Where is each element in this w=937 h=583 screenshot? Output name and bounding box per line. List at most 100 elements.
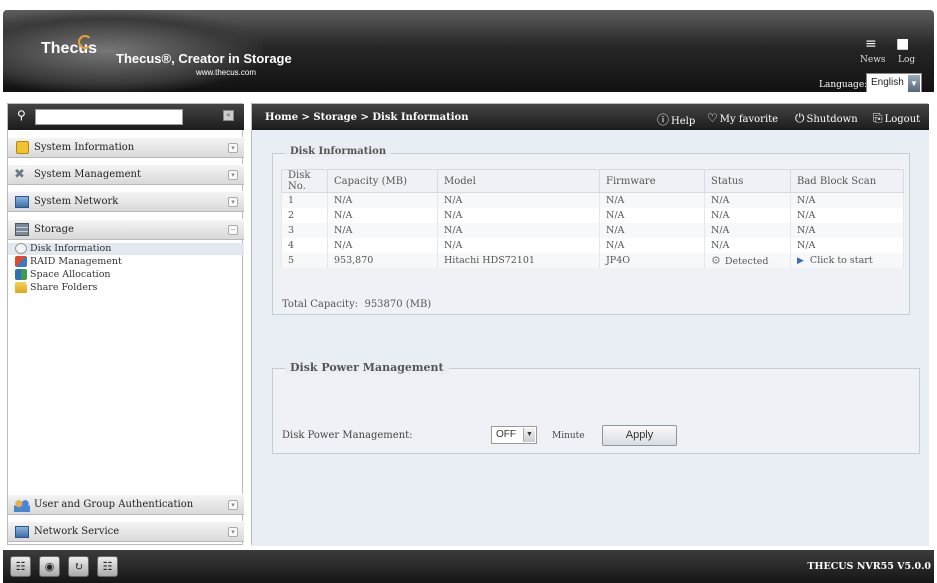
sidebar-item-system-network[interactable]: System Network ▾ <box>8 191 244 212</box>
bad-block-scan-cell[interactable]: ▶ Click to start <box>790 252 904 268</box>
apply-button[interactable]: Apply <box>602 425 677 446</box>
language-value: English <box>871 77 904 88</box>
slogan: Thecus®, Creator in Storage <box>116 51 292 66</box>
column-header: Status <box>704 169 791 193</box>
breadcrumb: Home > Storage > Disk Information <box>265 112 469 123</box>
chevron-down-icon: ▾ <box>228 197 238 207</box>
logout-icon: ⎘ <box>873 111 883 125</box>
disk-power-management-section: Disk Power Management <box>272 361 920 454</box>
sidebar-item-network-service[interactable]: Network Service ▾ <box>8 521 244 542</box>
column-header: Capacity (MB) <box>327 169 438 193</box>
chevron-up-icon: − <box>228 225 238 235</box>
help-link[interactable]: ⓘ Help <box>657 111 695 128</box>
speech-log-icon[interactable]: ■ <box>896 36 909 52</box>
heart-icon: ♡ <box>707 111 718 125</box>
refresh-icon[interactable]: ↻ <box>68 556 89 577</box>
tools-icon: ✖ <box>14 167 25 182</box>
sidebar-item-label: User and Group Authentication <box>34 499 194 510</box>
sidebar-item-label: Share Folders <box>30 282 98 293</box>
sidebar-item-space-allocation[interactable]: Space Allocation <box>8 269 244 281</box>
disk-information-legend: Disk Information <box>285 146 392 157</box>
chevron-down-icon: ▾ <box>228 170 238 180</box>
sidebar-item-label: System Network <box>34 196 119 207</box>
chevron-down-icon: ▼ <box>523 428 535 442</box>
table-row[interactable]: 4 N/A N/A N/A N/A N/A <box>281 237 904 253</box>
play-arrow-icon: ▶ <box>797 255 804 266</box>
network-service-icon <box>15 526 29 538</box>
sidebar-item-label: System Information <box>34 142 135 153</box>
sidebar: ⚲ « System Information ▾ ✖ System Manage… <box>7 103 244 545</box>
main-panel: Home > Storage > Disk Information ⓘ Help … <box>251 103 929 546</box>
logout-link[interactable]: ⎘ Logout <box>873 111 920 126</box>
firmware-version: THECUS NVR55 V5.0.0 <box>807 561 931 572</box>
power-icon: ⏻ <box>795 111 805 125</box>
language-label: Language: <box>819 80 868 90</box>
sidebar-item-label: Disk Information <box>30 243 112 254</box>
column-header: Bad Block Scan <box>790 169 904 193</box>
network-tree-icon[interactable]: ☷ <box>97 556 118 577</box>
raid-icon <box>15 256 27 267</box>
chevron-down-icon: ▾ <box>228 143 238 153</box>
users-icon <box>14 498 30 512</box>
sidebar-item-raid-management[interactable]: RAID Management <box>8 256 244 268</box>
disk-icon <box>15 243 27 254</box>
column-header: Disk No. <box>281 169 328 193</box>
info-icon <box>16 141 29 154</box>
shutdown-link[interactable]: ⏻ Shutdown <box>795 111 858 126</box>
sidebar-item-label: System Management <box>34 169 142 180</box>
header-banner: Thecus Thecus®, Creator in Storage www.t… <box>3 10 934 92</box>
document-icon[interactable]: ☷ <box>10 556 31 577</box>
column-header: Firmware <box>599 169 705 193</box>
disk-power-management-legend: Disk Power Management <box>285 361 449 374</box>
sidebar-item-share-folders[interactable]: Share Folders <box>8 282 244 294</box>
sidebar-item-label: Network Service <box>34 526 120 537</box>
table-header-row: Disk No. Capacity (MB) Model Firmware St… <box>281 169 904 193</box>
storage-icon <box>15 223 29 236</box>
search-input[interactable] <box>35 109 183 125</box>
search-icon: ⚲ <box>17 108 26 122</box>
sidebar-item-label: RAID Management <box>30 256 122 267</box>
news-link[interactable]: News <box>860 55 886 65</box>
table-row[interactable]: 1 N/A N/A N/A N/A N/A <box>281 192 904 208</box>
sidebar-item-storage[interactable]: Storage − <box>8 219 244 240</box>
sidebar-item-label: Space Allocation <box>30 269 111 280</box>
bottom-taskbar: ☷ ◉ ↻ ☷ THECUS NVR55 V5.0.0 <box>3 550 934 583</box>
disk-power-management-label: Disk Power Management: <box>282 430 413 441</box>
rss-news-icon[interactable]: ≡ <box>865 36 877 52</box>
sidebar-item-system-information[interactable]: System Information ▾ <box>8 137 244 158</box>
sidebar-item-label: Storage <box>34 224 74 235</box>
total-capacity: Total Capacity: 953870 (MB) <box>282 299 432 310</box>
chevron-down-icon: ▾ <box>228 500 238 510</box>
website-url: www.thecus.com <box>196 68 257 77</box>
network-icon <box>15 196 29 208</box>
power-timeout-select[interactable]: OFF ▼ <box>491 426 537 444</box>
table-row[interactable]: 5 953,870 Hitachi HDS72101 JP4O ⚙ Detected ▶… <box>281 252 904 268</box>
collapse-sidebar-button[interactable]: « <box>223 110 234 121</box>
chevron-down-icon: ▼ <box>908 75 920 92</box>
help-icon: ⓘ <box>657 113 670 127</box>
language-select[interactable]: English ▼ <box>866 73 922 92</box>
gear-icon: ⚙ <box>711 253 721 267</box>
disk-table: Disk No. Capacity (MB) Model Firmware St… <box>281 169 904 268</box>
my-favorite-link[interactable]: ♡ My favorite <box>707 111 778 125</box>
total-capacity-value: 953870 (MB) <box>364 299 432 310</box>
power-timeout-value: OFF <box>496 429 516 440</box>
space-allocation-icon <box>15 269 27 280</box>
disk-drive-icon[interactable]: ◉ <box>39 556 60 577</box>
sidebar-item-disk-information[interactable]: Disk Information <box>8 243 244 255</box>
log-link[interactable]: Log <box>898 55 915 65</box>
sidebar-item-system-management[interactable]: ✖ System Management ▾ <box>8 164 244 185</box>
sidebar-item-user-group-authentication[interactable]: User and Group Authentication ▾ <box>8 494 244 515</box>
minute-label: Minute <box>552 431 585 441</box>
main-topbar: Home > Storage > Disk Information ⓘ Help … <box>252 104 929 130</box>
column-header: Model <box>437 169 600 193</box>
table-row[interactable]: 3 N/A N/A N/A N/A N/A <box>281 222 904 238</box>
folder-icon <box>15 282 27 293</box>
sidebar-search-bar: ⚲ « <box>8 104 244 130</box>
logo-swoosh-icon <box>78 35 92 49</box>
content-area: Disk Information Disk No. Capacity (MB) … <box>252 130 929 546</box>
status-cell: ⚙ Detected <box>704 252 791 268</box>
table-row[interactable]: 2 N/A N/A N/A N/A N/A <box>281 207 904 223</box>
click-to-start-link[interactable]: Click to start <box>810 255 873 266</box>
chevron-down-icon: ▾ <box>228 527 238 537</box>
